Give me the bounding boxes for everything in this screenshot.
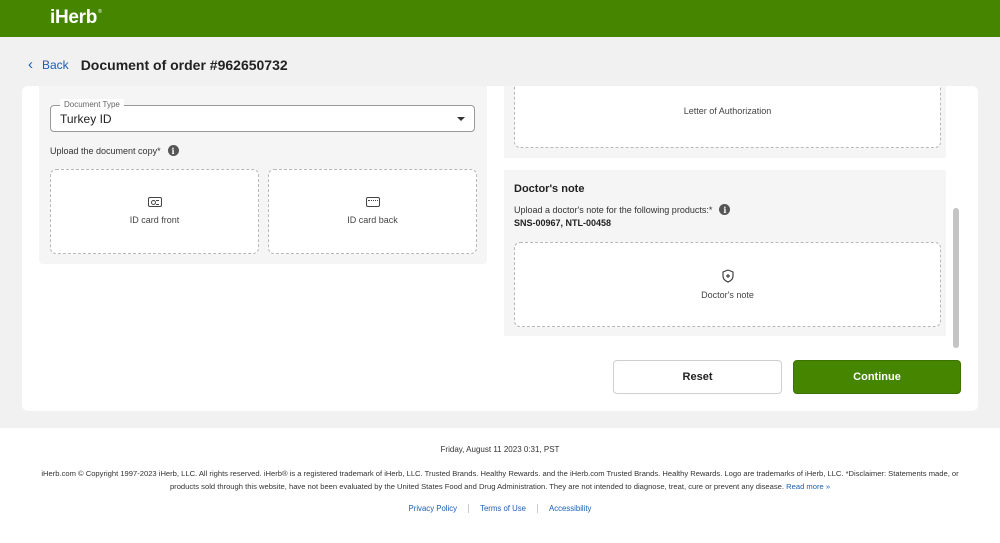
privacy-policy-link[interactable]: Privacy Policy: [398, 504, 469, 513]
footer-copyright: iHerb.com © Copyright 1997-2023 iHerb, L…: [40, 468, 960, 493]
doctor-note-panel: Doctor's note Upload a doctor's note for…: [504, 170, 946, 336]
id-card-icon: [147, 197, 162, 207]
doctor-note-label: Doctor's note: [701, 290, 754, 300]
iherb-logo[interactable]: iHerb®: [50, 7, 102, 29]
upload-document-label: Upload the document copy* i: [50, 145, 179, 156]
document-card: Document Type Turkey ID Upload the docum…: [22, 86, 978, 411]
continue-button[interactable]: Continue: [793, 360, 961, 394]
logo-registered-mark: ®: [98, 9, 102, 15]
scrollbar-track[interactable]: [953, 208, 959, 348]
doctor-note-title: Doctor's note: [514, 183, 585, 195]
id-card-back-icon: [365, 197, 380, 207]
reset-button[interactable]: Reset: [613, 360, 782, 394]
accessibility-link[interactable]: Accessibility: [537, 504, 602, 513]
scrollbar-thumb[interactable]: [953, 208, 959, 348]
upload-document-text: Upload the document copy*: [50, 145, 161, 156]
footer-links: Privacy Policy Terms of Use Accessibilit…: [0, 504, 1000, 513]
doctor-note-description: Upload a doctor's note for the following…: [514, 204, 731, 215]
letter-of-authorization-label: Letter of Authorization: [683, 106, 772, 116]
document-type-value: Turkey ID: [60, 112, 112, 126]
doctor-note-products: SNS-00967, NTL-00458: [514, 218, 612, 228]
page-title: Document of order #962650732: [80, 57, 288, 73]
page-header: ‹ Back Document of order #962650732: [28, 55, 288, 75]
info-icon[interactable]: i: [719, 204, 731, 215]
footer-date: Friday, August 11 2023 0:31, PST: [440, 445, 560, 454]
caret-down-icon: [457, 117, 465, 121]
back-link[interactable]: ‹ Back: [28, 56, 69, 73]
info-icon[interactable]: i: [167, 145, 179, 156]
back-label: Back: [42, 58, 69, 72]
document-type-panel: Document Type Turkey ID Upload the docum…: [39, 86, 487, 264]
document-type-select[interactable]: Document Type Turkey ID: [50, 99, 475, 132]
read-more-link[interactable]: Read more »: [786, 482, 830, 491]
terms-of-use-link[interactable]: Terms of Use: [468, 504, 537, 513]
shield-plus-icon: [721, 269, 734, 283]
authorization-panel: Letter of Authorization: [504, 86, 946, 158]
doctor-note-description-text: Upload a doctor's note for the following…: [514, 204, 713, 215]
top-bar: iHerb®: [0, 0, 1000, 37]
doctor-note-upload[interactable]: Doctor's note: [514, 242, 941, 327]
chevron-left-icon: ‹: [28, 56, 33, 73]
id-card-back-upload[interactable]: ID card back: [268, 169, 477, 254]
letter-of-authorization-upload[interactable]: Letter of Authorization: [514, 86, 941, 148]
footer: Friday, August 11 2023 0:31, PST iHerb.c…: [0, 428, 1000, 543]
id-card-front-label: ID card front: [129, 215, 180, 225]
document-type-legend: Document Type: [60, 99, 124, 110]
right-scroll-area[interactable]: Letter of Authorization Doctor's note Up…: [502, 86, 946, 336]
id-card-front-upload[interactable]: ID card front: [50, 169, 259, 254]
logo-text: iHerb: [50, 7, 98, 28]
id-card-back-label: ID card back: [347, 215, 398, 225]
